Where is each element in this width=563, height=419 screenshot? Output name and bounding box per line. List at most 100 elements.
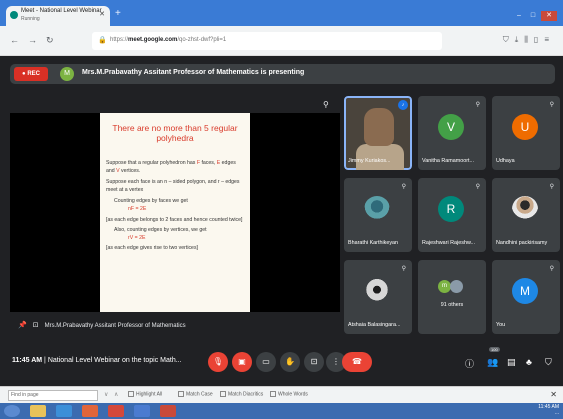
- microphone-off-icon[interactable]: 🎙: [208, 352, 228, 372]
- app-icon[interactable]: [134, 405, 150, 417]
- shield-icon[interactable]: ⛉: [503, 35, 515, 44]
- url-bar[interactable]: 🔒 https://meet.google.com/qo-zhst-dwf?pl…: [92, 32, 442, 50]
- chat-icon[interactable]: ▤: [507, 357, 516, 368]
- present-now-icon[interactable]: ⊡: [304, 352, 324, 372]
- navigation-bar: ← → ↻ 🔒 https://meet.google.com/qo-zhst-…: [0, 26, 563, 56]
- presenter-name: Mrs.M.Prabavathy Assitant Professor of M…: [44, 323, 186, 329]
- speaking-indicator-icon: ♪: [398, 100, 408, 110]
- browser-tab[interactable]: Meet - National Level Webinar Running ✕: [6, 6, 110, 26]
- captions-icon[interactable]: ▭: [256, 352, 276, 372]
- find-next-icon[interactable]: ∧: [114, 391, 118, 398]
- slide-line-6: [as each edge gives rise to two vertices…: [106, 245, 198, 251]
- start-icon[interactable]: [4, 405, 20, 417]
- slide-line-3: Counting edges by faces we get: [114, 198, 188, 204]
- slide-title: There are no more than 5 regular polyhed…: [112, 123, 238, 143]
- participant-name: Nandhini packirisamy: [496, 240, 548, 246]
- find-previous-icon[interactable]: ∨: [104, 391, 108, 398]
- browser-icon[interactable]: [56, 405, 72, 417]
- system-clock: 11:45 AM...: [538, 404, 559, 416]
- whole-words-option[interactable]: Whole Words: [270, 391, 308, 397]
- browser-window: Meet - National Level Webinar Running ✕ …: [0, 0, 563, 419]
- leave-call-icon[interactable]: ☎: [342, 352, 372, 372]
- main-stage: ⚲ There are no more than 5 regular polyh…: [10, 92, 340, 344]
- find-input[interactable]: Find in page: [8, 390, 98, 401]
- raise-hand-icon[interactable]: ✋: [280, 352, 300, 372]
- new-tab-icon[interactable]: +: [115, 8, 121, 19]
- slide-equation-2: rV = 2E: [128, 235, 146, 241]
- download-icon[interactable]: ⤓: [515, 35, 525, 44]
- more-options-icon[interactable]: ⚲: [402, 265, 406, 272]
- others-count: 91 others: [440, 302, 464, 308]
- shared-screen: There are no more than 5 regular polyhed…: [10, 113, 340, 312]
- find-bar: Find in page ∨ ∧ Highlight All Match Cas…: [0, 386, 563, 403]
- meeting-info: 11:45 AM | National Level Webinar on the…: [12, 357, 182, 364]
- slide-line-2: Suppose each face is an n – sided polygo…: [106, 179, 240, 193]
- match-case-option[interactable]: Match Case: [178, 391, 213, 397]
- meeting-controls-bar: 11:45 AM | National Level Webinar on the…: [0, 344, 563, 382]
- activities-icon[interactable]: ♣: [526, 357, 532, 367]
- more-options-icon[interactable]: ⚲: [476, 183, 480, 190]
- highlight-all-option[interactable]: Highlight All: [128, 391, 162, 397]
- meet-favicon-icon: [10, 11, 18, 19]
- camera-off-icon[interactable]: ▣: [232, 352, 252, 372]
- participant-tile[interactable]: ⚲ Atshaia Balasingara...: [344, 260, 412, 334]
- meeting-details-icon[interactable]: ⓘ: [465, 357, 474, 370]
- avatar: [450, 280, 463, 293]
- lock-icon: 🔒: [98, 37, 107, 44]
- toolbar-icons: ⛉⤓⫼▯≡: [503, 35, 555, 45]
- people-icon[interactable]: 👥: [487, 357, 498, 368]
- tab-subtitle: Running: [21, 16, 40, 22]
- more-options-icon[interactable]: ⚲: [550, 183, 554, 190]
- participant-name: Vanitha Ramamoort...: [422, 158, 475, 164]
- participant-name: Udhaya: [496, 158, 515, 164]
- participant-tile[interactable]: ⚲ R Rajeshwari Rajeshw...: [418, 178, 486, 252]
- participant-name: Bharathi Karthikeyan: [348, 240, 399, 246]
- participant-tile[interactable]: ⚲ Nandhini packirisamy: [492, 178, 560, 252]
- participant-name: Rajeshwari Rajeshw...: [422, 240, 476, 246]
- back-icon[interactable]: ←: [10, 35, 19, 45]
- fullscreen-icon[interactable]: ⊡: [33, 321, 39, 329]
- close-window-icon[interactable]: ✕: [541, 11, 557, 21]
- taskbar: 11:45 AM...: [0, 403, 563, 419]
- more-options-icon[interactable]: ⚲: [476, 101, 480, 108]
- firefox-icon[interactable]: [82, 405, 98, 417]
- pin-icon[interactable]: 📌: [18, 321, 27, 329]
- file-explorer-icon[interactable]: [30, 405, 46, 417]
- avatar: U: [512, 114, 538, 140]
- participant-name: Atshaia Balasingara...: [348, 322, 401, 328]
- video-face: [364, 108, 394, 146]
- forward-icon[interactable]: →: [28, 35, 37, 45]
- slide-line-4: [as each edge belongs to 2 faces and hen…: [106, 217, 243, 223]
- host-controls-icon[interactable]: ⛉: [545, 357, 552, 368]
- recording-badge: ● REC: [14, 67, 48, 81]
- app-icon[interactable]: [160, 405, 176, 417]
- avatar: M: [512, 278, 538, 304]
- presenting-banner: ● REC M Mrs.M.Prabavathy Assitant Profes…: [10, 64, 555, 84]
- match-diacritics-option[interactable]: Match Diacritics: [220, 391, 263, 397]
- more-options-icon[interactable]: ⚲: [550, 101, 554, 108]
- minimize-icon[interactable]: –: [513, 12, 525, 22]
- close-tab-icon[interactable]: ✕: [99, 10, 105, 18]
- more-options-icon[interactable]: ⚲: [550, 265, 554, 272]
- window-controls: – □ ✕: [511, 4, 557, 21]
- avatar: R: [438, 196, 464, 222]
- pin-icon[interactable]: ⚲: [323, 100, 329, 109]
- app-icon[interactable]: [108, 405, 124, 417]
- maximize-icon[interactable]: □: [527, 12, 539, 22]
- sidebar-icon[interactable]: ▯: [534, 35, 544, 44]
- video-body: [356, 144, 404, 170]
- library-icon[interactable]: ⫼: [524, 35, 534, 44]
- slide-line-5: Also, counting edges by vertices, we get: [114, 227, 207, 233]
- avatar: [364, 196, 390, 222]
- participant-tile[interactable]: ⚲ V Vanitha Ramamoort...: [418, 96, 486, 170]
- close-find-bar-icon[interactable]: ✕: [550, 390, 557, 399]
- participant-tile[interactable]: ♪ Jimmy Kuriakos...: [344, 96, 412, 170]
- more-options-icon[interactable]: ⚲: [402, 183, 406, 190]
- participant-tile[interactable]: ⚲ U Udhaya: [492, 96, 560, 170]
- people-count-badge: 100: [489, 347, 500, 352]
- menu-icon[interactable]: ≡: [544, 35, 555, 44]
- self-tile[interactable]: ⚲ M You: [492, 260, 560, 334]
- others-tile[interactable]: m 91 others: [418, 260, 486, 334]
- participant-tile[interactable]: ⚲ Bharathi Karthikeyan: [344, 178, 412, 252]
- reload-icon[interactable]: ↻: [46, 35, 54, 46]
